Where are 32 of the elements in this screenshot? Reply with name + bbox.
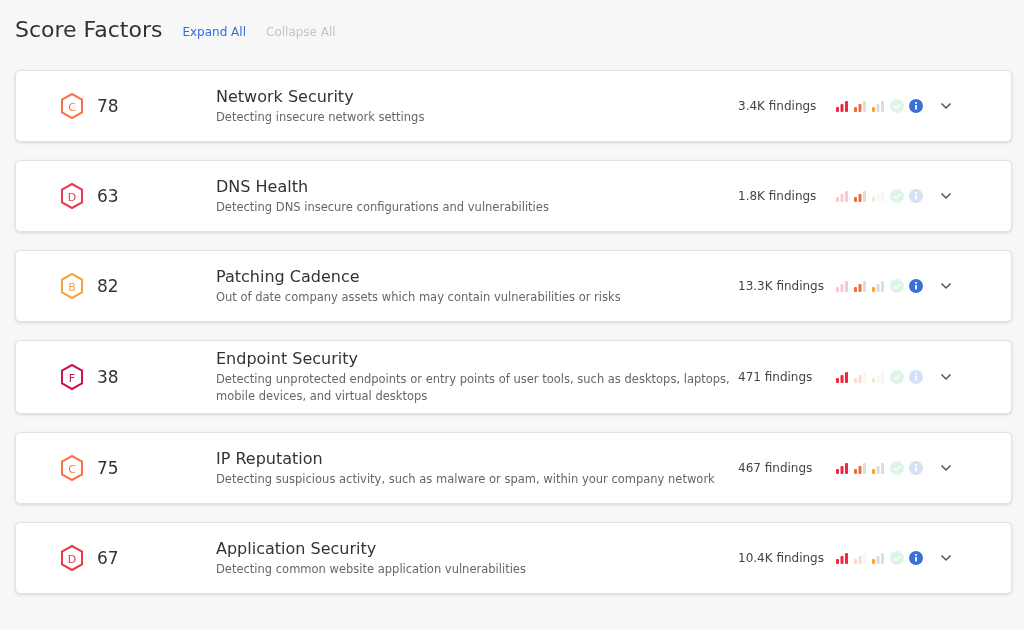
grade-hexagon-icon: D xyxy=(59,544,85,572)
factor-description: Detecting DNS insecure configurations and vulnerabilities xyxy=(216,198,550,216)
factor-description: Detecting common website application vulnerabilities xyxy=(216,560,527,578)
score-value: 38 xyxy=(97,367,119,387)
findings-count: 13.3K findings xyxy=(738,279,825,293)
factor-name: Application Security xyxy=(216,538,378,558)
factor-description: Detecting unprotected endpoints or entry points of user tools, such as desktops, laptops, mobile devices, and virtual desktops xyxy=(216,371,731,405)
factor-name: IP Reputation xyxy=(216,448,324,468)
factor-name: Patching Cadence xyxy=(216,266,361,286)
factor-name: Network Security xyxy=(216,86,355,106)
findings-count: 10.4K findings xyxy=(738,551,825,565)
findings-count: 1.8K findings xyxy=(738,189,818,203)
grade-hexagon-icon: C xyxy=(59,454,85,482)
factor-description: Detecting suspicious activity, such as malware or spam, within your company network xyxy=(216,470,716,488)
factor-description: Detecting insecure network settings xyxy=(216,108,426,126)
grade-hexagon-icon: C xyxy=(59,92,85,120)
findings-count: 467 findings xyxy=(738,461,814,475)
score-value: 82 xyxy=(97,276,119,296)
grade-hexagon-icon: D xyxy=(59,182,85,210)
score-value: 75 xyxy=(97,458,119,478)
expand-all-link[interactable]: Expand All xyxy=(182,25,246,39)
factor-description: Out of date company assets which may contain vulnerabilities or risks xyxy=(216,288,622,306)
grade-hexagon-icon: F xyxy=(59,363,85,391)
score-value: 67 xyxy=(97,548,119,568)
score-value: 78 xyxy=(97,96,119,116)
factor-name: DNS Health xyxy=(216,176,310,196)
findings-count: 471 findings xyxy=(738,370,814,384)
grade-hexagon-icon: B xyxy=(59,272,85,300)
factor-name: Endpoint Security xyxy=(216,349,359,368)
page-title: Score Factors xyxy=(15,16,163,42)
score-value: 63 xyxy=(97,186,119,206)
findings-count: 3.4K findings xyxy=(738,99,818,113)
